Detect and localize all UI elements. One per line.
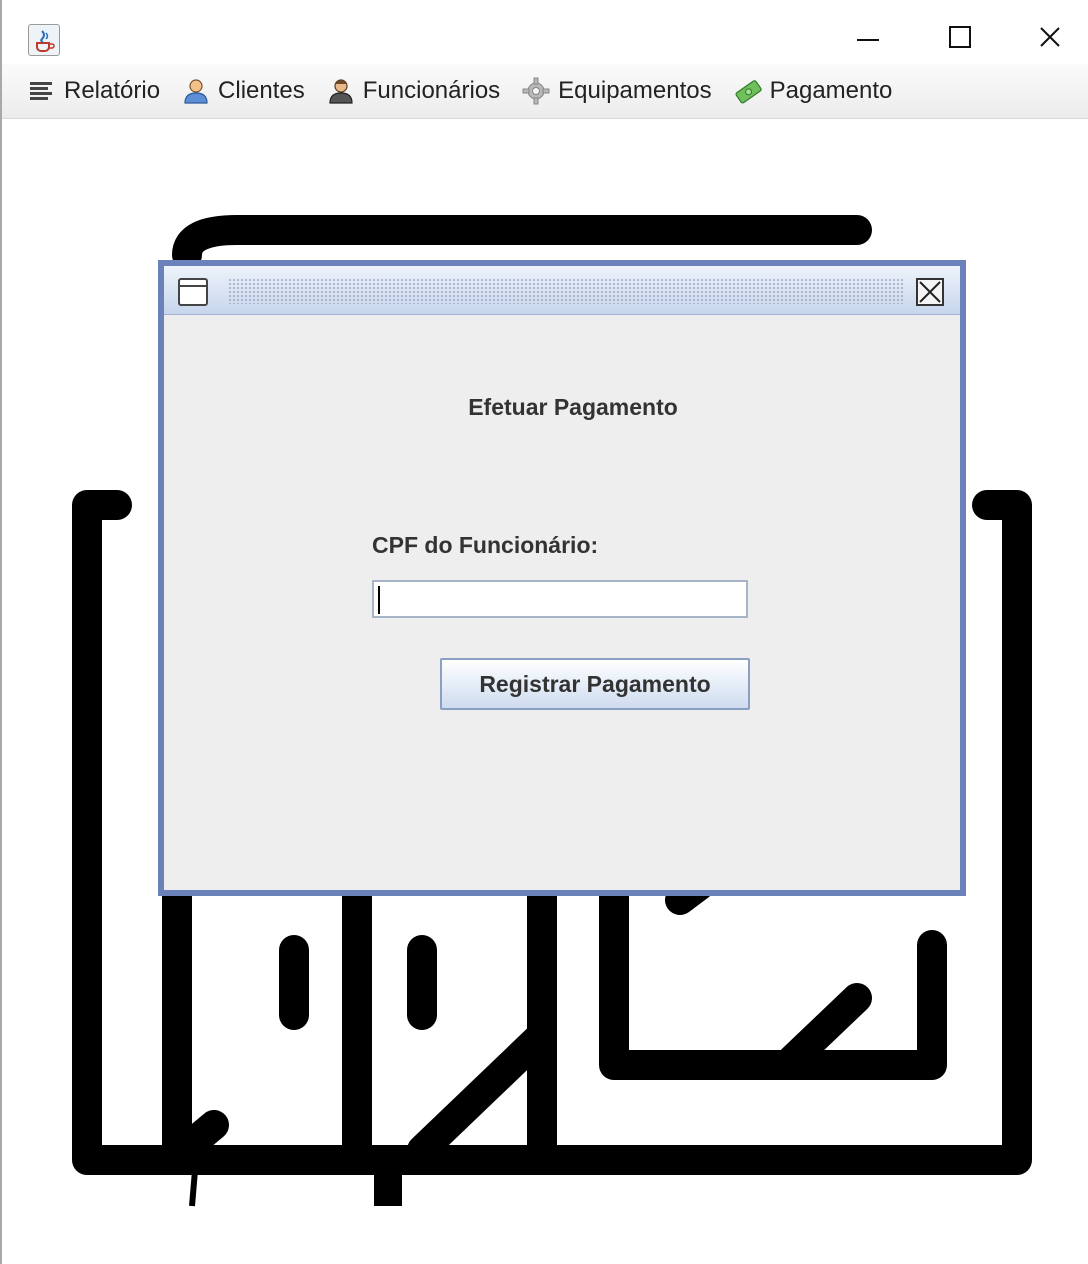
close-icon [1040, 27, 1060, 47]
dialog-close-button[interactable] [916, 278, 944, 306]
menu-relatorio-label: Relatório [64, 77, 161, 104]
menu-relatorio[interactable]: Relatório [28, 71, 160, 111]
maximize-button[interactable] [930, 14, 990, 60]
title-bar-texture [228, 278, 904, 304]
minimize-icon [857, 39, 879, 41]
payment-dialog: Efetuar Pagamento CPF do Funcionário: Re… [158, 260, 966, 896]
window-icon [178, 278, 208, 306]
money-icon [734, 77, 762, 105]
title-bar[interactable] [2, 0, 1088, 64]
register-payment-button[interactable]: Registrar Pagamento [440, 658, 750, 710]
menu-equipamentos-label: Equipamentos [558, 77, 712, 104]
gear-icon [522, 77, 550, 105]
dialog-heading: Efetuar Pagamento [468, 394, 678, 420]
java-cup-icon [28, 24, 60, 56]
list-icon [28, 77, 56, 105]
menu-clientes[interactable]: Clientes [182, 71, 305, 111]
menu-funcionarios[interactable]: Funcionários [327, 71, 500, 111]
cpf-label: CPF do Funcionário: [372, 532, 599, 558]
worker-icon [327, 77, 355, 105]
dialog-title-bar[interactable] [164, 266, 960, 315]
cpf-input[interactable] [372, 580, 748, 618]
payment-dialog-body: Efetuar Pagamento CPF do Funcionário: Re… [164, 266, 960, 890]
user-icon [182, 77, 210, 105]
close-icon [919, 281, 941, 303]
app-window: Relatório Clientes Funcionários Equipame… [0, 0, 1088, 1264]
menu-clientes-label: Clientes [218, 77, 305, 104]
menu-pagamento[interactable]: Pagamento [734, 71, 893, 111]
minimize-button[interactable] [838, 14, 898, 60]
menu-pagamento-label: Pagamento [769, 77, 893, 104]
menu-equipamentos[interactable]: Equipamentos [522, 71, 712, 111]
close-button[interactable] [1020, 14, 1080, 60]
maximize-icon [949, 26, 971, 48]
text-caret [378, 586, 380, 614]
menu-bar: Relatório Clientes Funcionários Equipame… [2, 64, 1088, 119]
menu-funcionarios-label: Funcionários [362, 77, 501, 104]
